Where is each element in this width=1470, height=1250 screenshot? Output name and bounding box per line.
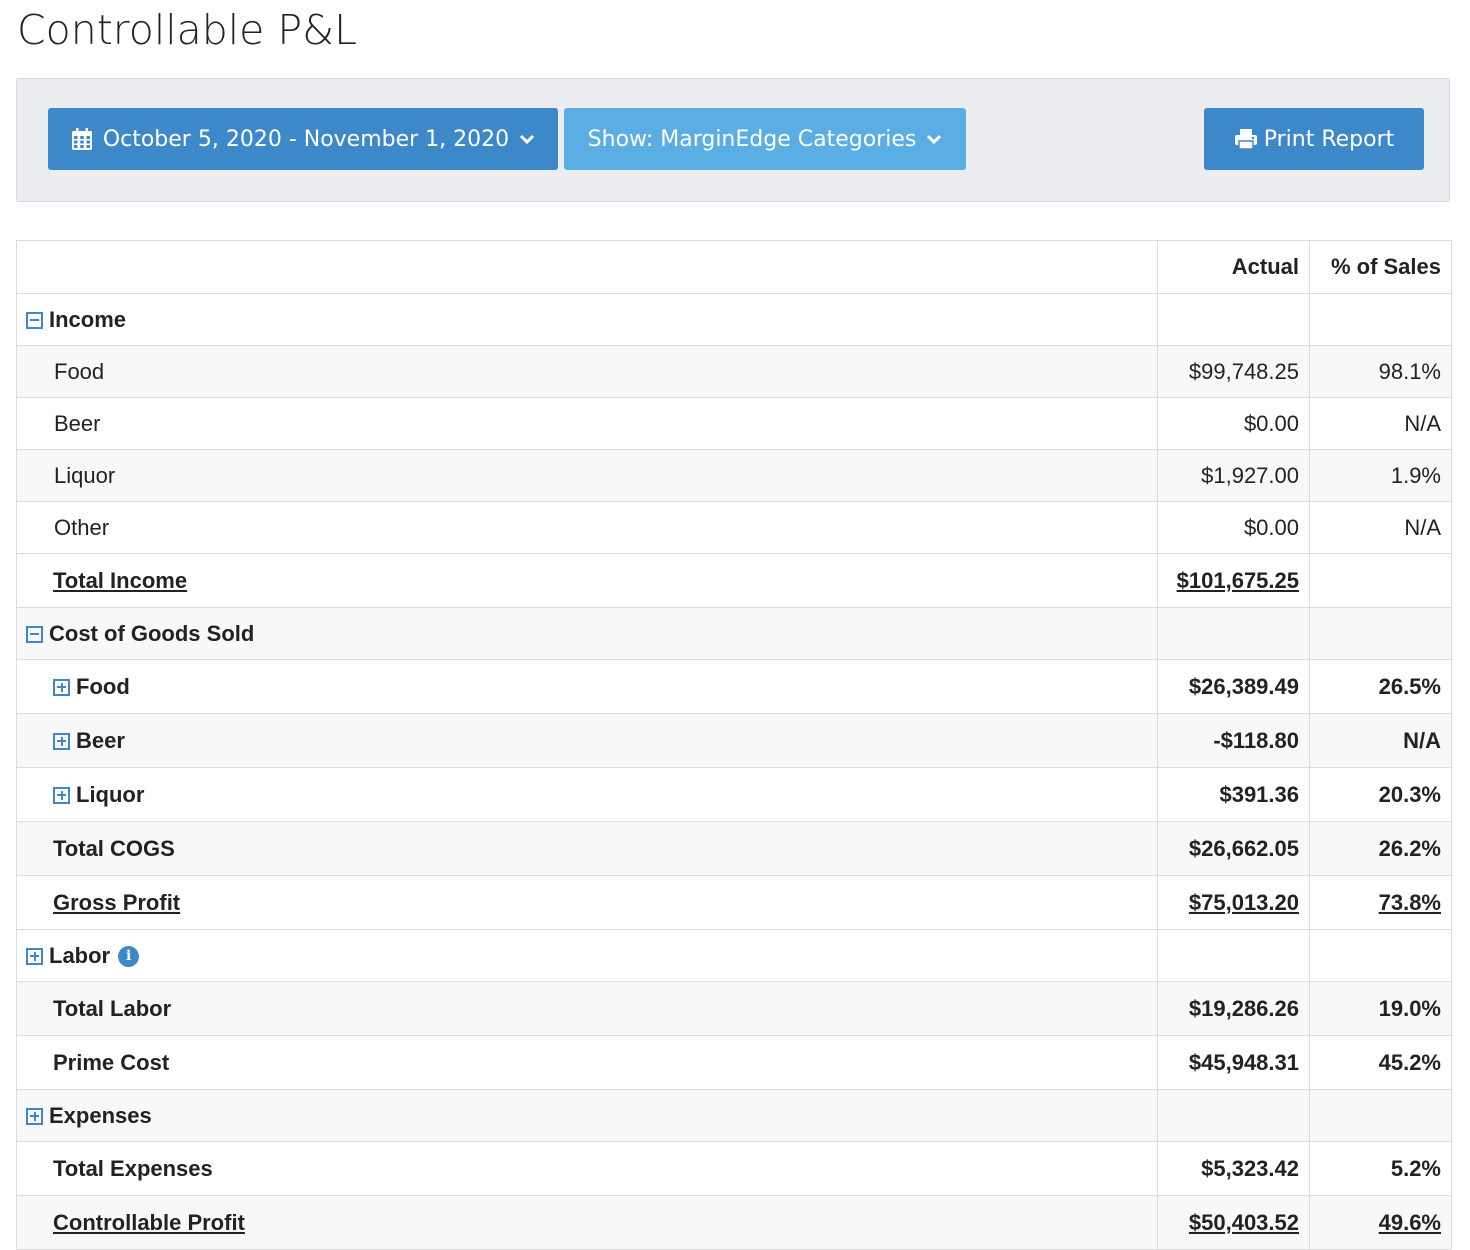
table-row: Beer -$118.80 N/A [16, 713, 1452, 768]
gross-profit-pct[interactable]: 73.8% [1379, 890, 1441, 915]
total-row-expenses: Total Expenses $5,323.42 5.2% [16, 1141, 1452, 1196]
gross-profit-label[interactable]: Gross Profit [53, 890, 180, 915]
table-header-row: Actual % of Sales [16, 240, 1452, 294]
prime-cost-row: Prime Cost $45,948.31 45.2% [16, 1035, 1452, 1090]
total-cogs-actual: $26,662.05 [1157, 821, 1310, 876]
chevron-down-icon [520, 134, 535, 145]
row-pct: N/A [1309, 397, 1452, 450]
total-row-cogs: Total COGS $26,662.05 26.2% [16, 821, 1452, 876]
section-row-labor: Labor i [16, 929, 1452, 982]
table-row: Liquor $391.36 20.3% [16, 767, 1452, 822]
row-actual: -$118.80 [1157, 713, 1310, 768]
plus-square-icon[interactable] [26, 947, 43, 965]
date-range-label: October 5, 2020 - November 1, 2020 [102, 126, 510, 152]
row-actual: $26,389.49 [1157, 659, 1310, 714]
total-expenses-label: Total Expenses [16, 1141, 1158, 1196]
show-categories-label: Show: MarginEdge Categories [587, 126, 917, 152]
row-pct: 98.1% [1309, 345, 1452, 398]
table-row: Beer $0.00 N/A [16, 397, 1452, 450]
minus-square-icon[interactable] [26, 625, 43, 643]
pl-table: Actual % of Sales Income Food $99,748.25… [16, 240, 1452, 1250]
total-labor-pct: 19.0% [1309, 981, 1452, 1036]
row-actual: $0.00 [1157, 397, 1310, 450]
table-row: Food $26,389.49 26.5% [16, 659, 1452, 714]
controllable-profit-label[interactable]: Controllable Profit [53, 1210, 245, 1235]
calendar-icon [71, 128, 92, 150]
plus-square-icon[interactable] [26, 1107, 43, 1125]
section-label-income: Income [49, 307, 127, 333]
chevron-down-icon [927, 134, 942, 145]
report-toolbar: October 5, 2020 - November 1, 2020 Show:… [16, 78, 1450, 202]
info-icon[interactable]: i [118, 945, 140, 967]
controllable-profit-actual[interactable]: $50,403.52 [1189, 1210, 1299, 1235]
row-label: Liquor [16, 449, 1158, 502]
row-pct: 1.9% [1309, 449, 1452, 502]
show-categories-button[interactable]: Show: MarginEdge Categories [564, 108, 966, 170]
row-label: Beer [16, 397, 1158, 450]
row-pct: 26.5% [1309, 659, 1452, 714]
date-range-button[interactable]: October 5, 2020 - November 1, 2020 [48, 108, 558, 170]
table-row: Food $99,748.25 98.1% [16, 345, 1452, 398]
total-labor-actual: $19,286.26 [1157, 981, 1310, 1036]
row-actual: $99,748.25 [1157, 345, 1310, 398]
header-pct-of-sales: % of Sales [1309, 240, 1452, 294]
total-income-actual[interactable]: $101,675.25 [1177, 568, 1299, 593]
row-actual: $1,927.00 [1157, 449, 1310, 502]
total-expenses-pct: 5.2% [1309, 1141, 1452, 1196]
row-pct: N/A [1309, 713, 1452, 768]
controllable-profit-row: Controllable Profit $50,403.52 49.6% [16, 1195, 1452, 1250]
prime-cost-label: Prime Cost [16, 1035, 1158, 1090]
total-labor-label: Total Labor [16, 981, 1158, 1036]
section-row-cogs: Cost of Goods Sold [16, 607, 1452, 660]
total-expenses-actual: $5,323.42 [1157, 1141, 1310, 1196]
section-row-expenses: Expenses [16, 1089, 1452, 1142]
gross-profit-actual[interactable]: $75,013.20 [1189, 890, 1299, 915]
row-label: Liquor [76, 782, 145, 808]
section-label-cogs: Cost of Goods Sold [49, 621, 255, 647]
section-label-expenses: Expenses [49, 1103, 152, 1129]
row-label: Other [16, 501, 1158, 554]
total-income-pct [1309, 553, 1452, 608]
row-label: Food [76, 674, 130, 700]
gross-profit-row: Gross Profit $75,013.20 73.8% [16, 875, 1452, 930]
total-row-income: Total Income $101,675.25 [16, 553, 1452, 608]
row-label: Food [16, 345, 1158, 398]
row-pct: N/A [1309, 501, 1452, 554]
section-label-labor: Labor [49, 943, 111, 969]
row-actual: $391.36 [1157, 767, 1310, 822]
header-actual: Actual [1157, 240, 1310, 294]
row-label: Beer [76, 728, 125, 754]
controllable-profit-pct[interactable]: 49.6% [1379, 1210, 1441, 1235]
page-title: Controllable P&L [17, 6, 357, 54]
plus-square-icon[interactable] [53, 786, 70, 804]
print-report-label: Print Report [1263, 126, 1395, 152]
plus-square-icon[interactable] [53, 678, 70, 696]
header-label [16, 240, 1158, 294]
prime-cost-actual: $45,948.31 [1157, 1035, 1310, 1090]
plus-square-icon[interactable] [53, 732, 70, 750]
total-cogs-label: Total COGS [16, 821, 1158, 876]
table-row: Liquor $1,927.00 1.9% [16, 449, 1452, 502]
prime-cost-pct: 45.2% [1309, 1035, 1452, 1090]
table-row: Other $0.00 N/A [16, 501, 1452, 554]
print-report-button[interactable]: Print Report [1204, 108, 1424, 170]
printer-icon [1234, 129, 1257, 150]
row-pct: 20.3% [1309, 767, 1452, 822]
section-row-income: Income [16, 293, 1452, 346]
minus-square-icon[interactable] [26, 311, 43, 329]
row-actual: $0.00 [1157, 501, 1310, 554]
total-income-label[interactable]: Total Income [53, 568, 187, 593]
total-cogs-pct: 26.2% [1309, 821, 1452, 876]
total-row-labor: Total Labor $19,286.26 19.0% [16, 981, 1452, 1036]
